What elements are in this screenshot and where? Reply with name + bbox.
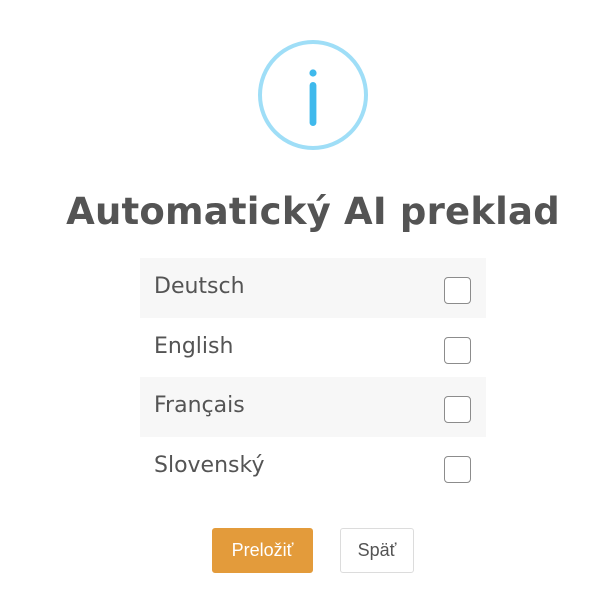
language-label: Français — [154, 393, 245, 418]
language-checkbox[interactable] — [444, 455, 471, 483]
language-label: Deutsch — [154, 274, 245, 299]
back-button[interactable]: Späť — [340, 528, 414, 573]
language-checkbox[interactable] — [444, 277, 471, 304]
info-icon — [258, 40, 368, 150]
language-option-slovensky[interactable]: Slovenský — [140, 437, 486, 497]
language-checkbox[interactable] — [444, 396, 471, 423]
translation-dialog: Automatický AI preklad Deutsch English F… — [0, 0, 605, 590]
language-label: English — [154, 333, 234, 359]
language-label: Slovenský — [154, 452, 265, 478]
language-option-deutsch[interactable]: Deutsch — [140, 258, 486, 318]
language-option-english[interactable]: English — [140, 318, 486, 378]
translate-button[interactable]: Preložiť — [212, 528, 313, 573]
language-checkbox[interactable] — [444, 336, 471, 364]
language-list: Deutsch English Français Slovenský — [140, 258, 486, 496]
dialog-title: Automatický AI preklad — [66, 190, 560, 233]
language-option-francais[interactable]: Français — [140, 377, 486, 437]
